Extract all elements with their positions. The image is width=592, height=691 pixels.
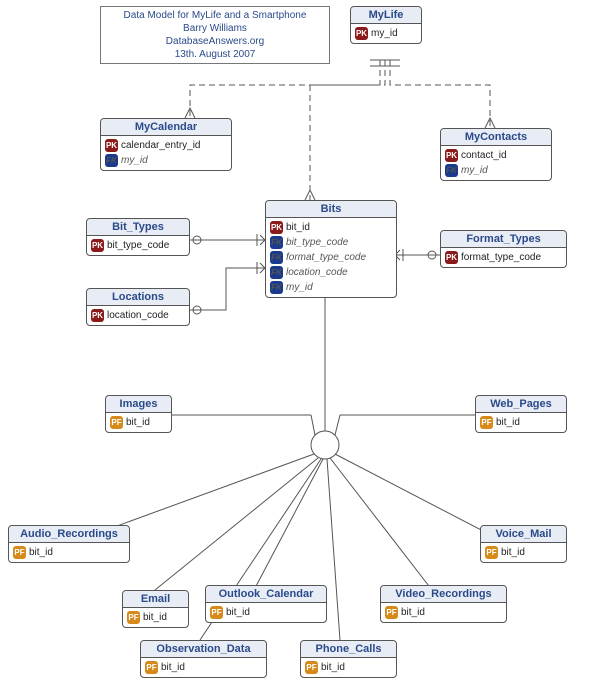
entity-outlook-calendar[interactable]: Outlook_Calendar PFbit_id [205, 585, 327, 623]
fk-badge-icon: FK [270, 236, 283, 249]
entity-mylife[interactable]: MyLife PKmy_id [350, 6, 422, 44]
fk-badge-icon: FK [270, 266, 283, 279]
title-line-4: 13th. August 2007 [105, 48, 325, 61]
entity-locations[interactable]: Locations PKlocation_code [86, 288, 190, 326]
fk-badge-icon: FK [270, 251, 283, 264]
pf-badge-icon: PF [485, 546, 498, 559]
entity-mycalendar[interactable]: MyCalendar PKcalendar_entry_id FKmy_id [100, 118, 232, 171]
fk-badge-icon: FK [270, 281, 283, 294]
pf-badge-icon: PF [13, 546, 26, 559]
title-line-1: Data Model for MyLife and a Smartphone [105, 9, 325, 22]
entity-email[interactable]: Email PFbit_id [122, 590, 189, 628]
pk-badge-icon: PK [105, 139, 118, 152]
entity-audio-recordings[interactable]: Audio_Recordings PFbit_id [8, 525, 130, 563]
pk-badge-icon: PK [355, 27, 368, 40]
title-line-2: Barry Williams [105, 22, 325, 35]
pf-badge-icon: PF [127, 611, 140, 624]
entity-format-types[interactable]: Format_Types PKformat_type_code [440, 230, 567, 268]
pk-badge-icon: PK [91, 309, 104, 322]
pf-badge-icon: PF [145, 661, 158, 674]
entity-header: MyLife [351, 7, 421, 24]
diagram-title: Data Model for MyLife and a Smartphone B… [100, 6, 330, 64]
entity-web-pages[interactable]: Web_Pages PFbit_id [475, 395, 567, 433]
entity-voice-mail[interactable]: Voice_Mail PFbit_id [480, 525, 567, 563]
entity-video-recordings[interactable]: Video_Recordings PFbit_id [380, 585, 507, 623]
entity-bits[interactable]: Bits PKbit_id FKbit_type_code FKformat_t… [265, 200, 397, 298]
entity-observation-data[interactable]: Observation_Data PFbit_id [140, 640, 267, 678]
title-line-3: DatabaseAnswers.org [105, 35, 325, 48]
pf-badge-icon: PF [385, 606, 398, 619]
fk-badge-icon: FK [445, 164, 458, 177]
pk-badge-icon: PK [445, 149, 458, 162]
pk-badge-icon: PK [91, 239, 104, 252]
pk-badge-icon: PK [270, 221, 283, 234]
pf-badge-icon: PF [110, 416, 123, 429]
entity-images[interactable]: Images PFbit_id [105, 395, 172, 433]
entity-phone-calls[interactable]: Phone_Calls PFbit_id [300, 640, 397, 678]
pf-badge-icon: PF [210, 606, 223, 619]
fk-badge-icon: FK [105, 154, 118, 167]
entity-bit-types[interactable]: Bit_Types PKbit_type_code [86, 218, 190, 256]
entity-body: PKmy_id [351, 24, 421, 43]
pf-badge-icon: PF [305, 661, 318, 674]
pf-badge-icon: PF [480, 416, 493, 429]
entity-mycontacts[interactable]: MyContacts PKcontact_id FKmy_id [440, 128, 552, 181]
pk-badge-icon: PK [445, 251, 458, 264]
